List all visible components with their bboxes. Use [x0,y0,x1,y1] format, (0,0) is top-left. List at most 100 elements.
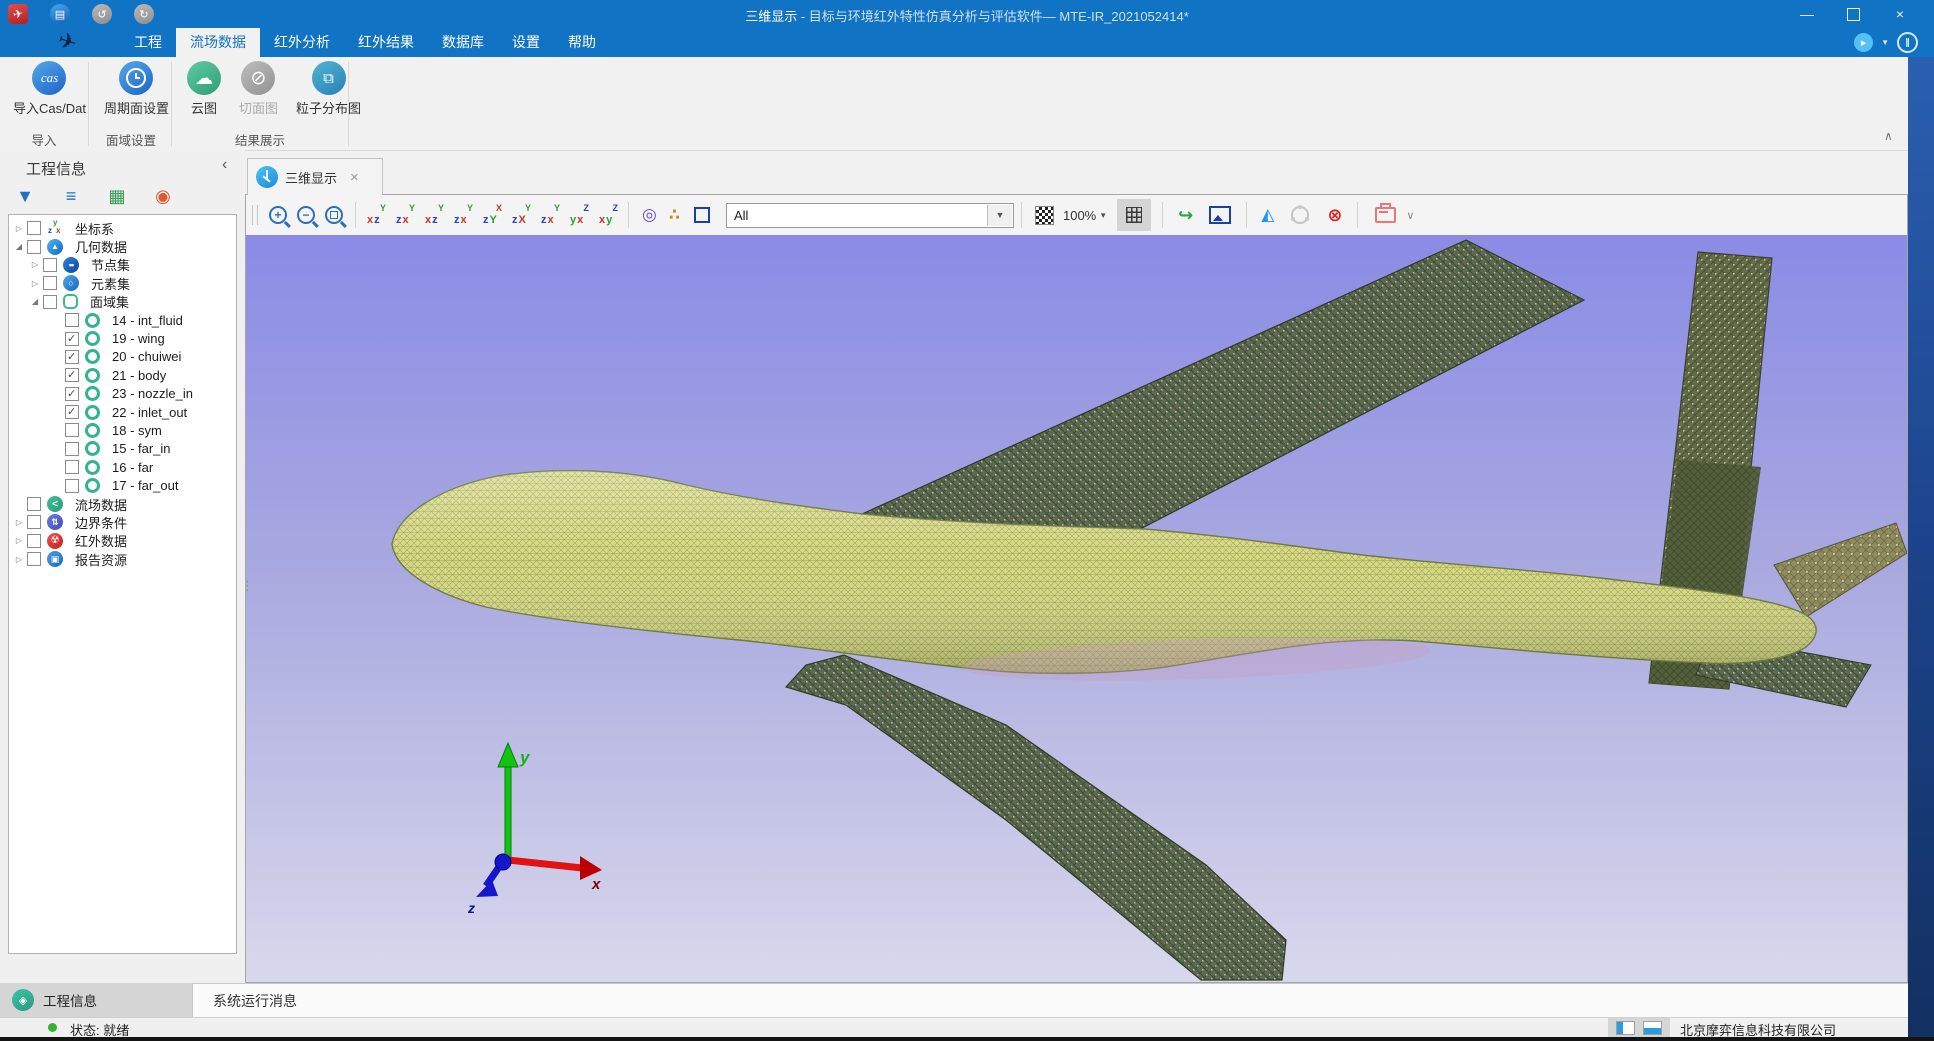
tree-checkbox[interactable] [65,313,79,327]
screenshot-icon[interactable] [1209,206,1231,224]
zoom-level-dropdown-icon[interactable]: ▼ [1099,211,1107,220]
view-orientation-icon-4[interactable]: Yzx [452,204,476,226]
zoom-level-value[interactable]: 100% [1063,208,1096,223]
tree-checkbox[interactable] [27,497,41,511]
layout-bottom-icon[interactable] [1643,1021,1662,1035]
save-icon[interactable]: ▤ [50,4,70,24]
print-icon[interactable] [1375,207,1396,223]
tree-item[interactable]: ▷⇅边界条件 [9,513,236,531]
tree-checkbox[interactable] [65,442,79,456]
layout-left-icon[interactable] [1616,1021,1635,1035]
toolbar-drag-handle[interactable] [252,205,258,225]
menu-item-3[interactable]: 红外分析 [260,28,344,57]
menu-item-4[interactable]: 红外结果 [344,28,428,57]
style-dropdown-icon[interactable]: ▼ [1881,38,1889,47]
view-orientation-icon-6[interactable]: YzX [510,204,534,226]
tree-expand-icon[interactable]: ▷ [29,279,41,288]
view-orientation-icon-3[interactable]: Yxz [423,204,447,226]
particles-icon[interactable]: ∴ [669,205,680,225]
minimize-button[interactable]: — [1799,0,1815,28]
tree-checkbox[interactable] [65,460,79,474]
zoom-in-icon[interactable]: + [269,206,287,224]
view-orientation-icon-2[interactable]: Yzx [394,204,418,226]
tab-3d-view[interactable]: 三维显示 × [247,158,383,195]
tree-checkbox[interactable] [27,552,41,566]
tree-item[interactable]: <流场数据 [9,495,236,513]
list-icon[interactable]: ≡ [58,184,84,208]
tree-item[interactable]: ▷••节点集 [9,256,236,274]
display-filter-combobox[interactable]: All ▼ [726,203,1014,228]
tree-expand-icon[interactable]: ▷ [13,536,25,545]
more-options-icon[interactable]: ∨ [1406,209,1414,222]
transparency-icon[interactable] [1035,206,1054,225]
tree-checkbox[interactable] [65,387,79,401]
ribbon-button-1[interactable]: cas导入Cas/Dat [4,59,95,117]
tree-expand-icon[interactable]: ◢ [29,297,41,306]
panel-splitter[interactable]: ⋮ [241,578,254,594]
restore-button[interactable] [1847,8,1860,21]
tree-item[interactable]: ◢▲几何数据 [9,237,236,255]
view-orientation-icon-8[interactable]: Zyx [568,204,592,226]
tree-checkbox[interactable] [65,350,79,364]
tree-checkbox[interactable] [43,295,57,309]
close-button[interactable]: × [1892,0,1908,28]
perspective-camera-icon[interactable]: ◎ [642,205,657,225]
ribbon-button-2[interactable]: 周期面设置 [95,59,178,117]
export-arrow-icon[interactable]: ↪ [1178,205,1193,226]
tree-item[interactable]: 21 - body [9,366,236,384]
pause-icon[interactable]: ∥ [1897,32,1918,53]
menu-item-2[interactable]: 流场数据 [176,28,260,57]
viewport-3d[interactable]: y x z [246,235,1907,982]
tree-expand-icon[interactable]: ▷ [13,518,25,527]
tree-item[interactable]: 19 - wing [9,329,236,347]
ribbon-button-5[interactable]: ⧉粒子分布图 [287,59,370,117]
tree-checkbox[interactable] [65,405,79,419]
zoom-out-icon[interactable]: − [297,206,315,224]
tree-item[interactable]: 20 - chuiwei [9,348,236,366]
panel-collapse-icon[interactable]: ‹ [222,156,227,174]
target-icon[interactable]: ◉ [150,184,176,208]
tree-checkbox[interactable] [65,423,79,437]
mirror-icon[interactable]: ◭ [1261,205,1274,225]
tree-expand-icon[interactable]: ▷ [13,224,25,233]
view-orientation-icon-9[interactable]: Zxy [597,204,621,226]
tree-item[interactable]: 14 - int_fluid [9,311,236,329]
menu-item-6[interactable]: 设置 [498,28,554,57]
tree-checkbox[interactable] [27,221,41,235]
style-toggle-icon[interactable]: ▶ [1854,33,1873,52]
tree-item[interactable]: ▷▣报告资源 [9,550,236,568]
zoom-fit-icon[interactable] [325,206,343,224]
tab-close-icon[interactable]: × [350,169,359,186]
tree-item[interactable]: 17 - far_out [9,476,236,494]
menu-item-5[interactable]: 数据库 [428,28,498,57]
tree-checkbox[interactable] [43,258,57,272]
tree-item[interactable]: 15 - far_in [9,440,236,458]
grid-icon[interactable]: ▦ [104,184,130,208]
tree-expand-icon[interactable]: ▷ [29,260,41,269]
tree-item[interactable]: ▷yzx坐标系 [9,219,236,237]
view-orientation-icon-7[interactable]: Yzx [539,204,563,226]
mesh-toggle-button[interactable] [1117,199,1151,231]
tree-checkbox[interactable] [65,332,79,346]
tree-checkbox[interactable] [27,534,41,548]
view-orientation-icon-1[interactable]: Yxz [365,204,389,226]
menu-item-1[interactable]: 工程 [120,28,176,57]
ribbon-collapse-icon[interactable]: ∧ [1884,129,1893,143]
combobox-dropdown-icon[interactable]: ▼ [987,205,1012,226]
tree-item[interactable]: ◢面域集 [9,293,236,311]
ribbon-button-3[interactable]: ☁云图 [178,59,230,117]
filter-icon[interactable]: ▼ [12,184,38,208]
redo-icon[interactable]: ↻ [134,4,154,24]
tree-checkbox[interactable] [65,368,79,382]
tree-item[interactable]: 18 - sym [9,421,236,439]
view-orientation-icon-5[interactable]: XzY [481,204,505,226]
tree-item[interactable]: ▷○元素集 [9,274,236,292]
tree-item[interactable]: ▷☢红外数据 [9,532,236,550]
tree-expand-icon[interactable]: ◢ [13,242,25,251]
dock-tab-project-info[interactable]: ◈ 工程信息 [0,983,192,1017]
tree-checkbox[interactable] [43,276,57,290]
tree-checkbox[interactable] [65,479,79,493]
tree-checkbox[interactable] [27,515,41,529]
tree-item[interactable]: 23 - nozzle_in [9,385,236,403]
tree-checkbox[interactable] [27,240,41,254]
